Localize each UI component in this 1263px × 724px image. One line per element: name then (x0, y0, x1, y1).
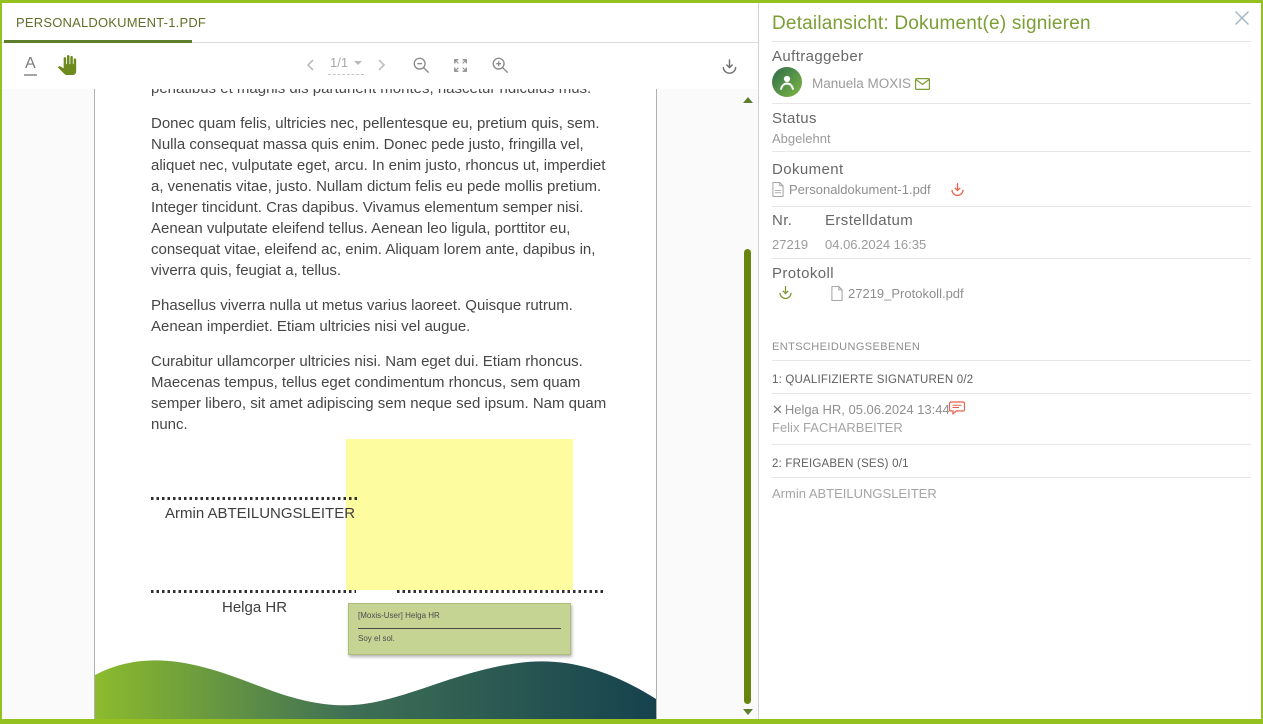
stamp-user-line: [Moxis-User] Helga HR (358, 611, 561, 620)
protokoll-label: Protokoll (772, 265, 834, 282)
auftraggeber-label: Auftraggeber (772, 48, 864, 65)
detail-panel: Detailansicht: Dokument(e) signieren Auf… (759, 3, 1261, 719)
download-dokument-icon[interactable] (949, 181, 966, 198)
scroll-down-arrow[interactable] (743, 709, 753, 715)
dokument-label: Dokument (772, 161, 844, 178)
chevron-down-icon (354, 61, 362, 65)
pdf-page: penatibus et magnis dis parturient monte… (94, 89, 657, 719)
signature-stamp: [Moxis-User] Helga HR Soy el sol. (348, 603, 571, 655)
signature-label-helga: Helga HR (222, 599, 287, 616)
stamp-comment-line: Soy el sol. (358, 634, 561, 643)
erstelldatum-label: Erstelldatum (825, 212, 913, 229)
document-tab-bar: PERSONALDOKUMENT-1.PDF (2, 3, 758, 43)
download-protokoll-icon[interactable] (777, 284, 794, 301)
zoom-out-icon[interactable] (412, 56, 430, 74)
level2-pending-entry: Armin ABTEILUNGSLEITER (772, 486, 937, 501)
status-label: Status (772, 110, 817, 127)
hand-pan-tool-icon[interactable] (57, 54, 77, 76)
download-document-icon[interactable] (720, 57, 739, 76)
paragraph: Phasellus viverra nulla ut metus varius … (151, 295, 613, 337)
fullscreen-icon[interactable] (452, 57, 469, 74)
signature-line-armin (151, 497, 357, 500)
status-value: Abgelehnt (772, 131, 831, 146)
divider (772, 360, 1251, 361)
clipped-text-line: penatibus et magnis dis parturient monte… (151, 89, 621, 97)
dokument-file-link[interactable]: Personaldokument-1.pdf (789, 182, 931, 197)
email-icon[interactable] (915, 78, 930, 90)
divider (772, 151, 1251, 152)
signature-line-helga-left (151, 590, 356, 593)
document-body-text: Donec quam felis, ultricies nec, pellent… (151, 113, 613, 435)
rejected-entry-text: Helga HR, 05.06.2024 13:44 (785, 402, 950, 417)
divider (772, 41, 1251, 42)
pdf-viewport: penatibus et magnis dis parturient monte… (2, 89, 758, 719)
page-indicator-dropdown[interactable]: 1/1 (328, 55, 364, 75)
nr-label: Nr. (772, 212, 792, 229)
comment-bubble-icon[interactable] (949, 401, 965, 416)
level1-label: 1: QUALIFIZIERTE SIGNATUREN 0/2 (772, 374, 973, 386)
scroll-up-arrow[interactable] (743, 97, 753, 103)
nr-value: 27219 (772, 237, 808, 252)
viewer-toolbar: A 1/1 (2, 43, 758, 89)
erstelldatum-value: 04.06.2024 16:35 (825, 237, 926, 252)
pdf-file-icon (831, 286, 843, 301)
divider (772, 103, 1251, 104)
tab-personaldokument[interactable]: PERSONALDOKUMENT-1.PDF (16, 15, 206, 30)
zoom-in-icon[interactable] (491, 56, 509, 74)
pdf-file-icon (772, 182, 784, 197)
level1-rejected-entry: ✕Helga HR, 05.06.2024 13:44 (772, 402, 950, 418)
close-icon[interactable] (1229, 5, 1255, 31)
level2-label: 2: FREIGABEN (SES) 0/1 (772, 458, 909, 470)
signature-line-helga-right (397, 590, 604, 593)
pending-signature-field[interactable] (346, 439, 573, 590)
divider (772, 477, 1251, 478)
auftraggeber-name: Manuela MOXIS (812, 76, 911, 91)
protokoll-file-link[interactable]: 27219_Protokoll.pdf (848, 286, 964, 301)
entscheidungsebenen-label: ENTSCHEIDUNGSEBENEN (772, 341, 920, 353)
page-indicator-label: 1/1 (330, 55, 348, 70)
level1-pending-entry: Felix FACHARBEITER (772, 420, 903, 435)
paragraph: Curabitur ullamcorper ultricies nisi. Na… (151, 351, 613, 435)
scrollbar-thumb[interactable] (744, 249, 751, 704)
divider (772, 206, 1251, 207)
signature-label-armin: Armin ABTEILUNGSLEITER (165, 505, 355, 522)
divider (772, 393, 1251, 394)
divider (772, 258, 1251, 259)
next-page-icon[interactable] (374, 56, 390, 74)
text-annotation-tool-icon[interactable]: A (24, 55, 37, 76)
previous-page-icon[interactable] (302, 56, 318, 74)
panel-title: Detailansicht: Dokument(e) signieren (772, 13, 1091, 35)
avatar (772, 67, 802, 97)
paragraph: Donec quam felis, ultricies nec, pellent… (151, 113, 613, 281)
footer-wave-graphic (95, 655, 656, 719)
divider (772, 444, 1251, 445)
rejected-x-icon: ✕ (772, 402, 783, 417)
pdf-viewer-pane: PERSONALDOKUMENT-1.PDF A 1/1 (2, 3, 758, 719)
stamp-divider (358, 628, 561, 629)
